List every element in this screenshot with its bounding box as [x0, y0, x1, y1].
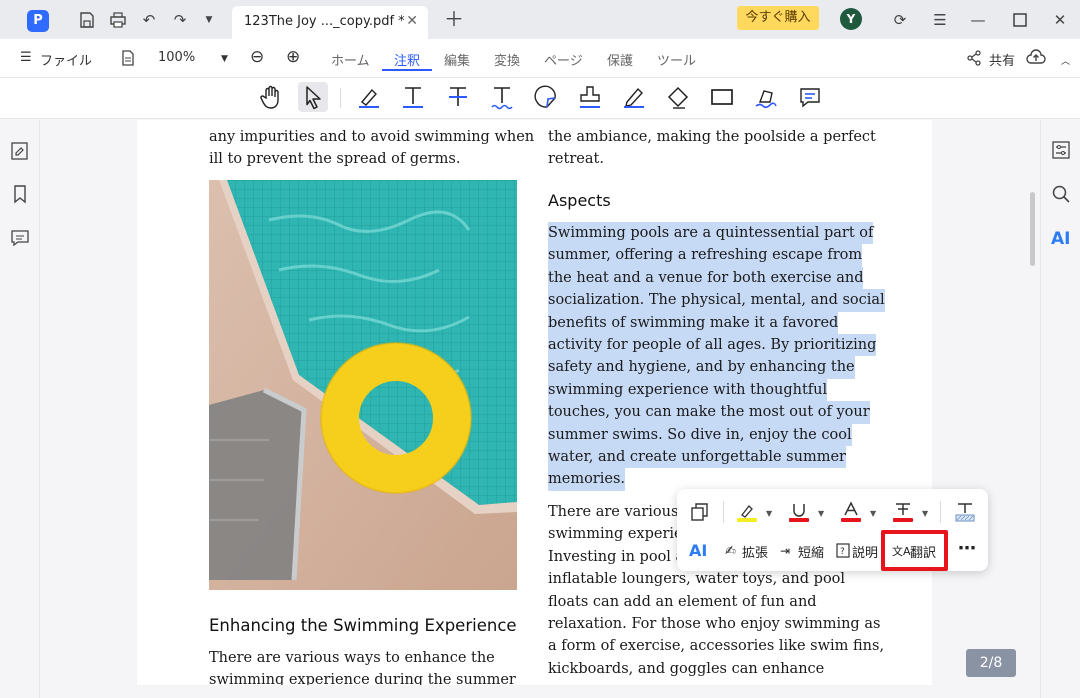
rectangle-tool-icon[interactable] — [707, 82, 737, 112]
expand-button[interactable]: 拡張 — [742, 542, 768, 561]
explain-button[interactable]: 説明 — [852, 542, 878, 561]
tab-protect[interactable]: 保護 — [607, 50, 633, 69]
col2-top-text: the ambiance, making the poolside a perf… — [548, 129, 876, 168]
text-underline-tool-icon[interactable] — [398, 82, 428, 112]
zoom-dropdown-icon[interactable]: ▼ — [221, 54, 228, 64]
sync-icon[interactable]: ⟳ — [889, 9, 911, 31]
minimize-icon[interactable]: — — [967, 9, 989, 31]
strikethrough-tool-icon[interactable] — [443, 82, 473, 112]
tab-home[interactable]: ホーム — [331, 50, 370, 69]
menu-icon[interactable]: ☰ — [929, 9, 951, 31]
zoom-out-icon[interactable]: ⊖ — [250, 47, 264, 67]
expand-icon: ✍ — [725, 544, 736, 559]
tab-title: 123The Joy ..._copy.pdf * — [244, 14, 405, 29]
close-tab-icon[interactable]: ✕ — [406, 13, 418, 29]
file-menu[interactable]: ファイル — [40, 50, 92, 69]
app-logo-icon: P — [27, 10, 49, 32]
tab-convert[interactable]: 変換 — [494, 50, 520, 69]
tab-annotate[interactable]: 注釈 — [394, 50, 420, 69]
document-page: any impurities and to avoid swimming whe… — [137, 120, 932, 685]
buy-now-button[interactable]: 今すぐ購入 — [737, 6, 819, 30]
share-icon[interactable] — [966, 50, 982, 70]
sticky-note-tool-icon[interactable] — [531, 82, 561, 112]
eraser-tool-icon[interactable] — [663, 82, 693, 112]
close-window-icon[interactable]: ✕ — [1049, 9, 1071, 31]
bookmark-icon[interactable] — [10, 184, 30, 204]
right-sidebar: AI — [1040, 120, 1080, 698]
col1-bottom-text: There are various ways to enhance the sw… — [209, 650, 516, 685]
chevron-down-icon[interactable]: ▼ — [198, 9, 220, 31]
comments-icon[interactable] — [10, 228, 30, 248]
stamp-tool-icon[interactable] — [575, 82, 605, 112]
shorten-button[interactable]: 短縮 — [798, 542, 824, 561]
select-tool-icon[interactable] — [298, 82, 328, 112]
search-icon[interactable] — [1051, 184, 1071, 204]
page-view-icon[interactable] — [120, 50, 136, 70]
hamburger-icon[interactable]: ☰ — [20, 50, 32, 65]
redo-icon[interactable]: ↷ — [169, 9, 191, 31]
tab-edit[interactable]: 編集 — [444, 50, 470, 69]
save-icon[interactable] — [76, 9, 98, 31]
active-tab-indicator — [382, 69, 432, 71]
undo-icon[interactable]: ↶ — [138, 9, 160, 31]
divider — [723, 501, 724, 523]
new-tab-icon[interactable]: ＋ — [444, 8, 464, 30]
explain-icon: ? — [836, 543, 850, 562]
area-highlight-icon[interactable] — [954, 501, 976, 527]
svg-text:?: ? — [840, 547, 845, 557]
page-indicator[interactable]: 2/8 — [966, 649, 1016, 677]
pool-photo — [209, 180, 517, 590]
more-options-icon[interactable]: ⋯ — [958, 538, 976, 559]
ai-icon[interactable]: AI — [689, 541, 707, 560]
toolbar-divider — [340, 88, 341, 108]
collapse-icon[interactable]: ︿ — [1061, 54, 1070, 67]
zoom-level[interactable]: 100% — [158, 50, 195, 65]
divider — [940, 501, 941, 523]
copy-icon[interactable] — [690, 502, 710, 526]
cloud-upload-icon[interactable] — [1026, 48, 1046, 70]
avatar[interactable]: Y — [840, 8, 862, 30]
highlight-tool-icon[interactable] — [354, 82, 384, 112]
text-color-dropdown-icon[interactable]: ▼ — [870, 509, 876, 518]
highlighted-paragraph[interactable]: Swimming pools are a quintessential part… — [548, 222, 885, 491]
underline-dropdown-icon[interactable]: ▼ — [818, 509, 824, 518]
thumbnails-icon[interactable] — [10, 141, 30, 161]
comment-tool-icon[interactable] — [795, 82, 825, 112]
left-sidebar — [0, 120, 40, 698]
ai-assistant-icon[interactable]: AI — [1051, 229, 1071, 249]
squiggly-tool-icon[interactable] — [487, 82, 517, 112]
underline-color-icon[interactable] — [788, 501, 810, 527]
translate-highlight-outline — [881, 530, 948, 571]
zoom-in-icon[interactable]: ⊕ — [286, 47, 300, 67]
hand-tool-icon[interactable] — [256, 82, 286, 112]
strikeout-dropdown-icon[interactable]: ▼ — [922, 509, 928, 518]
print-icon[interactable] — [107, 9, 129, 31]
highlight-dropdown-icon[interactable]: ▼ — [766, 509, 772, 518]
highlight-color-icon[interactable] — [736, 501, 758, 527]
annotation-toolbar — [0, 78, 1080, 119]
strikeout-color-icon[interactable] — [892, 501, 914, 527]
vertical-scrollbar[interactable] — [1030, 192, 1035, 266]
maximize-icon[interactable] — [1009, 9, 1031, 31]
menu-bar: ☰ ファイル 100% ▼ ⊖ ⊕ ホーム 注釈 編集 変換 ページ 保護 ツー… — [0, 39, 1080, 78]
properties-icon[interactable] — [1051, 140, 1071, 160]
shorten-icon: ⇥ — [780, 544, 791, 558]
enhancing-heading: Enhancing the Swimming Experience — [209, 616, 517, 635]
share-button[interactable]: 共有 — [989, 50, 1015, 69]
tab-tools[interactable]: ツール — [657, 50, 696, 69]
text-color-icon[interactable] — [840, 501, 862, 527]
col1-top-text: any impurities and to avoid swimming whe… — [209, 129, 535, 168]
document-tab[interactable]: 123The Joy ..._copy.pdf * ✕ — [232, 6, 428, 39]
pencil-tool-icon[interactable] — [619, 82, 649, 112]
aspects-heading: Aspects — [548, 191, 611, 210]
tab-page[interactable]: ページ — [544, 50, 583, 69]
title-bar: P ↶ ↷ ▼ 123The Joy ..._copy.pdf * ✕ ＋ 今す… — [0, 0, 1080, 39]
signature-tool-icon[interactable] — [751, 82, 781, 112]
